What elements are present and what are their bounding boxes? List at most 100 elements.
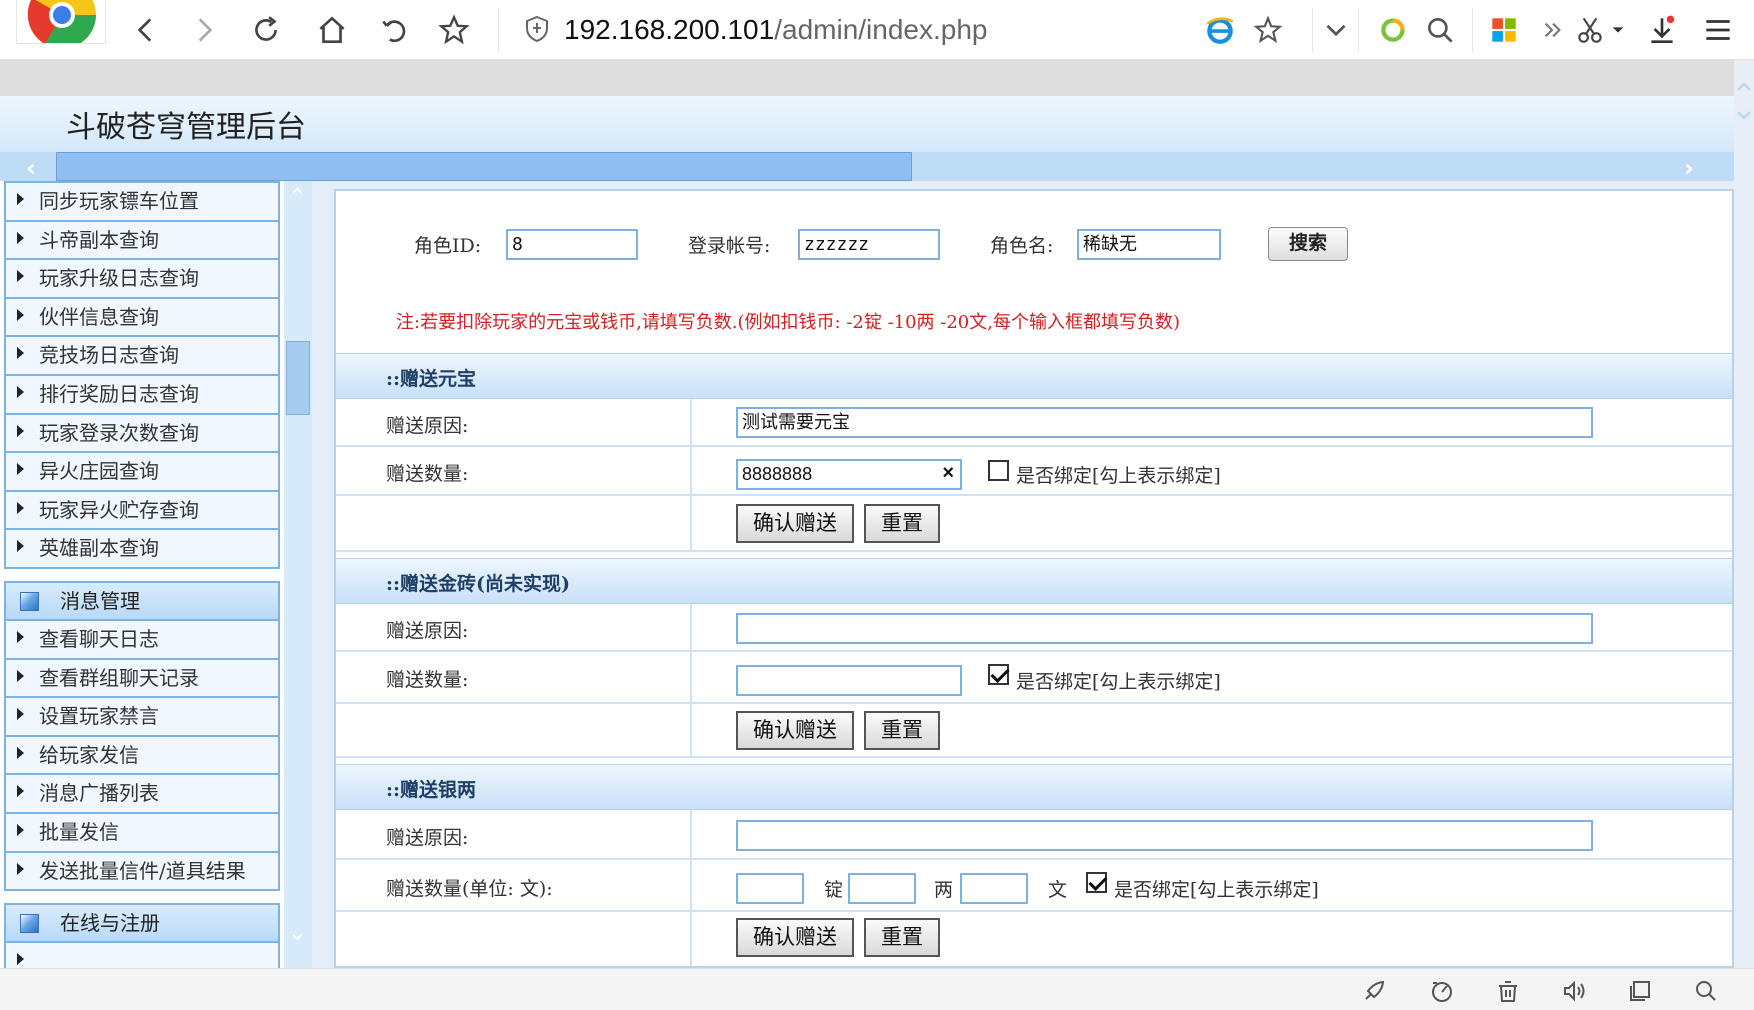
rocket-icon[interactable] — [1360, 977, 1388, 1005]
silver-liang-input[interactable] — [848, 873, 916, 904]
horizontal-scroll-thumb[interactable] — [56, 152, 912, 181]
sidebar-scrollbar[interactable]: ⌃ ⌄ — [284, 181, 312, 968]
menu-icon[interactable] — [1696, 8, 1740, 52]
silver-ding-input[interactable] — [736, 873, 804, 904]
unit-wen-label: 文 — [1048, 879, 1068, 901]
top-frame-band — [0, 60, 1734, 96]
sidebar-item-chat-log[interactable]: 查看聊天日志 — [4, 620, 280, 660]
reload-icon[interactable] — [244, 8, 288, 52]
sidebar-item-mute-player[interactable]: 设置玩家禁言 — [4, 698, 280, 737]
yuanbao-reset-button[interactable]: 重置 — [864, 504, 940, 543]
yuanbao-amount-label: 赠送数量: — [386, 463, 469, 485]
clear-input-icon[interactable]: × — [942, 462, 954, 485]
sidebar-item-partial-bottom[interactable] — [4, 943, 280, 968]
browser-toolbar: 192.168.200.101/admin/index.php — [0, 0, 1754, 60]
section-header-yuanbao: ::赠送元宝 — [336, 353, 1732, 399]
extension-ring-icon[interactable] — [1372, 8, 1416, 52]
scroll-up-down-icon[interactable] — [1734, 72, 1754, 132]
sidebar-item-batch-mail[interactable]: 批量发信 — [4, 813, 280, 853]
yuanbao-amount-row: 赠送数量: 8888888 × 是否绑定[勾上表示绑定] — [336, 447, 1732, 496]
page-vertical-scrollbar[interactable] — [1734, 60, 1754, 968]
silver-bind-checkbox[interactable] — [1086, 872, 1107, 893]
caret-down-icon[interactable] — [1604, 8, 1632, 52]
address-bar[interactable]: 192.168.200.101/admin/index.php — [564, 10, 1244, 50]
gold-amount-input[interactable] — [736, 665, 962, 696]
gold-reason-input[interactable] — [736, 613, 1593, 644]
forward-icon[interactable] — [182, 8, 226, 52]
section-header-silver: ::赠送银两 — [336, 764, 1732, 810]
gift-form-panel: 角色ID: 8 登录帐号: zzzzzz 角色名: 稀缺无 搜索 注:若要扣除玩… — [334, 189, 1734, 968]
bullet-triangle-icon — [17, 823, 24, 836]
bullet-triangle-icon — [17, 746, 24, 759]
role-name-input[interactable]: 稀缺无 — [1077, 229, 1221, 260]
sidebar-group-message[interactable]: 消息管理 — [4, 580, 280, 621]
zoom-icon[interactable] — [1692, 977, 1720, 1005]
search-icon[interactable] — [1418, 8, 1462, 52]
unit-ding-label: 锭 — [824, 879, 844, 901]
bullet-triangle-icon — [17, 708, 24, 721]
bullet-triangle-icon — [17, 862, 24, 875]
yuanbao-bind-checkbox[interactable] — [988, 460, 1009, 481]
sidebar-item-send-mail[interactable]: 给玩家发信 — [4, 736, 280, 776]
undo-icon[interactable] — [372, 8, 416, 52]
ie-compat-icon[interactable] — [1198, 8, 1242, 52]
gold-reset-button[interactable]: 重置 — [864, 711, 940, 750]
bullet-triangle-icon — [17, 424, 24, 437]
sound-icon[interactable] — [1560, 977, 1588, 1005]
apps-grid-icon[interactable] — [1482, 8, 1526, 52]
search-button[interactable]: 搜索 — [1268, 227, 1348, 261]
window-icon[interactable] — [1626, 977, 1654, 1005]
sidebar-item-sync-cart-position[interactable]: 同步玩家镖车位置 — [4, 183, 280, 222]
role-id-input[interactable]: 8 — [506, 229, 638, 260]
sidebar-item-login-count[interactable]: 玩家登录次数查询 — [4, 414, 280, 454]
gold-confirm-button[interactable]: 确认赠送 — [736, 711, 854, 750]
yuanbao-amount-input[interactable]: 8888888 × — [736, 459, 962, 490]
sidebar-item-emperor-dungeon[interactable]: 斗帝副本查询 — [4, 221, 280, 261]
security-shield-icon[interactable] — [522, 14, 552, 44]
sidebar-item-group-chat[interactable]: 查看群组聊天记录 — [4, 659, 280, 699]
bookmark-star-icon[interactable] — [432, 8, 476, 52]
sidebar-menu: 同步玩家镖车位置 斗帝副本查询 玩家升级日志查询 伙伴信息查询 竞技场日志查询 … — [0, 181, 281, 968]
home-icon[interactable] — [310, 8, 354, 52]
bullet-triangle-icon — [17, 785, 24, 798]
trash-icon[interactable] — [1494, 977, 1522, 1005]
horizontal-scrollbar[interactable]: ‹ › — [0, 152, 1734, 182]
back-icon[interactable] — [124, 8, 168, 52]
account-input[interactable]: zzzzzz — [798, 229, 940, 260]
sidebar-item-batch-result[interactable]: 发送批量信件/道具结果 — [4, 852, 280, 892]
scroll-down-icon[interactable]: ⌄ — [288, 921, 306, 946]
silver-reason-row: 赠送原因: — [336, 810, 1732, 860]
bullet-triangle-icon — [17, 193, 24, 205]
scroll-up-icon[interactable]: ⌃ — [288, 185, 306, 210]
sidebar-item-rank-reward-log[interactable]: 排行奖励日志查询 — [4, 375, 280, 415]
sidebar-item-broadcast-list[interactable]: 消息广播列表 — [4, 775, 280, 814]
gold-amount-row: 赠送数量: 是否绑定[勾上表示绑定] — [336, 652, 1732, 704]
favorite-star-icon[interactable] — [1246, 8, 1290, 52]
unit-liang-label: 两 — [934, 879, 954, 901]
silver-wen-input[interactable] — [960, 873, 1028, 904]
sidebar-scroll-thumb[interactable] — [286, 341, 310, 415]
more-chevrons-icon[interactable] — [1532, 8, 1572, 52]
sidebar-item-fire-storage[interactable]: 玩家异火贮存查询 — [4, 491, 280, 531]
dropdown-chevron-icon[interactable] — [1314, 8, 1358, 52]
sidebar-item-levelup-log[interactable]: 玩家升级日志查询 — [4, 260, 280, 299]
speed-up-icon[interactable] — [1428, 977, 1456, 1005]
download-icon[interactable] — [1640, 8, 1684, 52]
sidebar-item-fire-manor[interactable]: 异火庄园查询 — [4, 453, 280, 492]
gold-bind-checkbox[interactable] — [988, 664, 1009, 685]
yuanbao-bind-label: 是否绑定[勾上表示绑定] — [1016, 465, 1221, 487]
sidebar-item-partner-info[interactable]: 伙伴信息查询 — [4, 298, 280, 338]
scroll-left-icon[interactable]: ‹ — [26, 154, 36, 182]
browser-logo-icon[interactable] — [16, 0, 106, 44]
silver-reset-button[interactable]: 重置 — [864, 918, 940, 957]
sidebar-group-online[interactable]: 在线与注册 — [4, 903, 280, 944]
sidebar-item-hero-dungeon[interactable]: 英雄副本查询 — [4, 530, 280, 569]
silver-confirm-button[interactable]: 确认赠送 — [736, 918, 854, 957]
sidebar-item-arena-log[interactable]: 竞技场日志查询 — [4, 337, 280, 376]
bullet-triangle-icon — [17, 669, 24, 682]
yuanbao-reason-input[interactable]: 测试需要元宝 — [736, 407, 1593, 438]
yuanbao-confirm-button[interactable]: 确认赠送 — [736, 504, 854, 543]
silver-reason-input[interactable] — [736, 820, 1593, 851]
scroll-right-icon[interactable]: › — [1684, 154, 1694, 182]
yuanbao-reason-row: 赠送原因: 测试需要元宝 — [336, 399, 1732, 447]
